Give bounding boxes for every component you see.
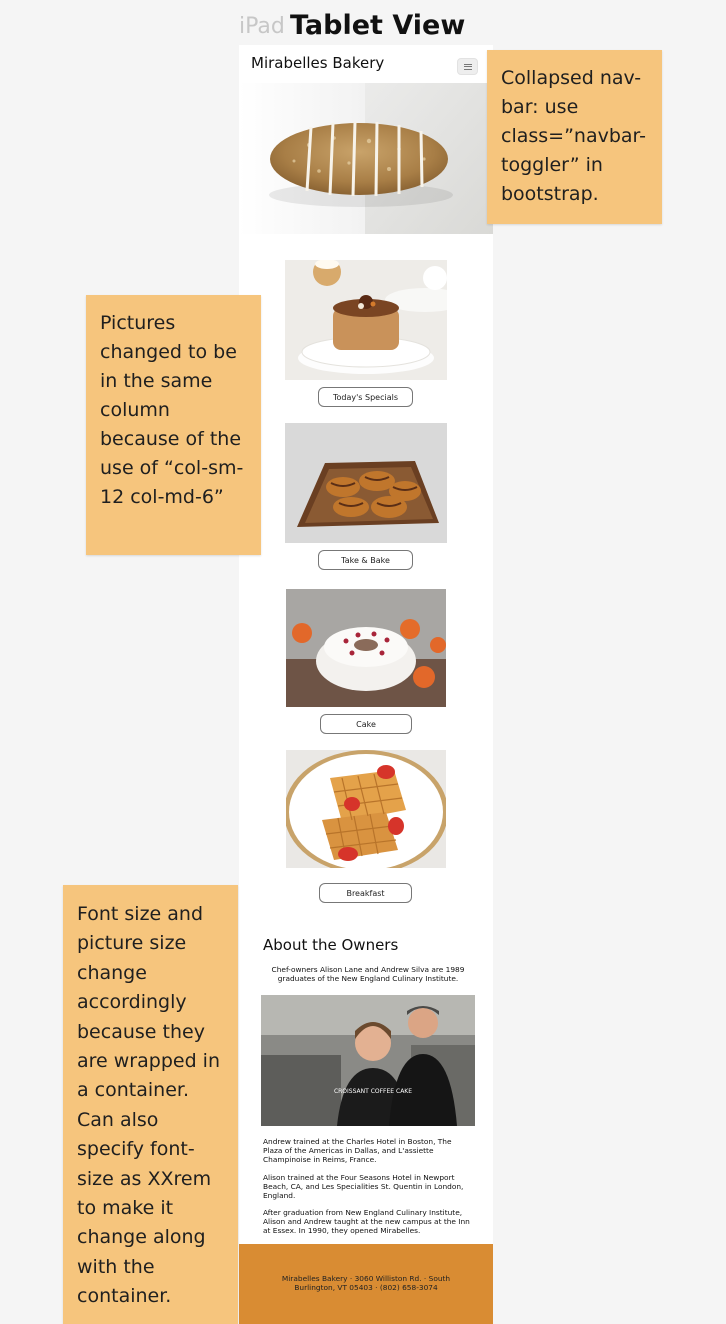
navbar-note-text: Collapsed nav-bar: use class=”navbar-tog… [501, 67, 647, 205]
hamburger-icon [463, 63, 472, 70]
owners-photo: CROISSANT COFFEE CAKE [261, 995, 475, 1126]
pictures-note-text: Pictures changed to be in the same colum… [100, 312, 244, 508]
about-intro: Chef-owners Alison Lane and Andrew Silva… [271, 965, 465, 983]
bundt-cake-photo [286, 589, 446, 707]
font-note-text: Font size and picture size change accord… [77, 903, 220, 1308]
tart-photo [285, 260, 447, 380]
waffles-photo [286, 750, 446, 868]
cake-button[interactable]: Cake [320, 714, 412, 734]
navbar-toggler-button[interactable] [457, 58, 478, 75]
hero-bread-image [239, 83, 493, 234]
footer: Mirabelles Bakery · 3060 Williston Rd. ·… [239, 1244, 493, 1324]
todays-specials-button[interactable]: Today's Specials [318, 387, 413, 407]
font-note: Font size and picture size change accord… [63, 885, 238, 1324]
about-paragraph-2: Alison trained at the Four Seasons Hotel… [263, 1173, 464, 1200]
page-title: Tablet View [290, 10, 466, 41]
pictures-note: Pictures changed to be in the same colum… [86, 295, 261, 555]
take-and-bake-button[interactable]: Take & Bake [318, 550, 413, 570]
footer-text: Mirabelles Bakery · 3060 Williston Rd. ·… [281, 1274, 451, 1292]
navbar-brand[interactable]: Mirabelles Bakery [251, 54, 384, 72]
about-paragraph-1: Andrew trained at the Charles Hotel in B… [263, 1137, 452, 1164]
breakfast-button[interactable]: Breakfast [319, 883, 412, 903]
device-label: iPad [239, 14, 285, 39]
navbar: Mirabelles Bakery [239, 45, 493, 83]
about-paragraph-3: After graduation from New England Culina… [263, 1208, 470, 1235]
croissants-photo [285, 423, 447, 543]
owner-shirt-text: CROISSANT COFFEE CAKE [334, 1088, 412, 1095]
about-title: About the Owners [263, 936, 399, 954]
navbar-note: Collapsed nav-bar: use class=”navbar-tog… [487, 50, 662, 224]
tablet-frame: Mirabelles Bakery Today's Specials Take … [239, 45, 493, 1324]
